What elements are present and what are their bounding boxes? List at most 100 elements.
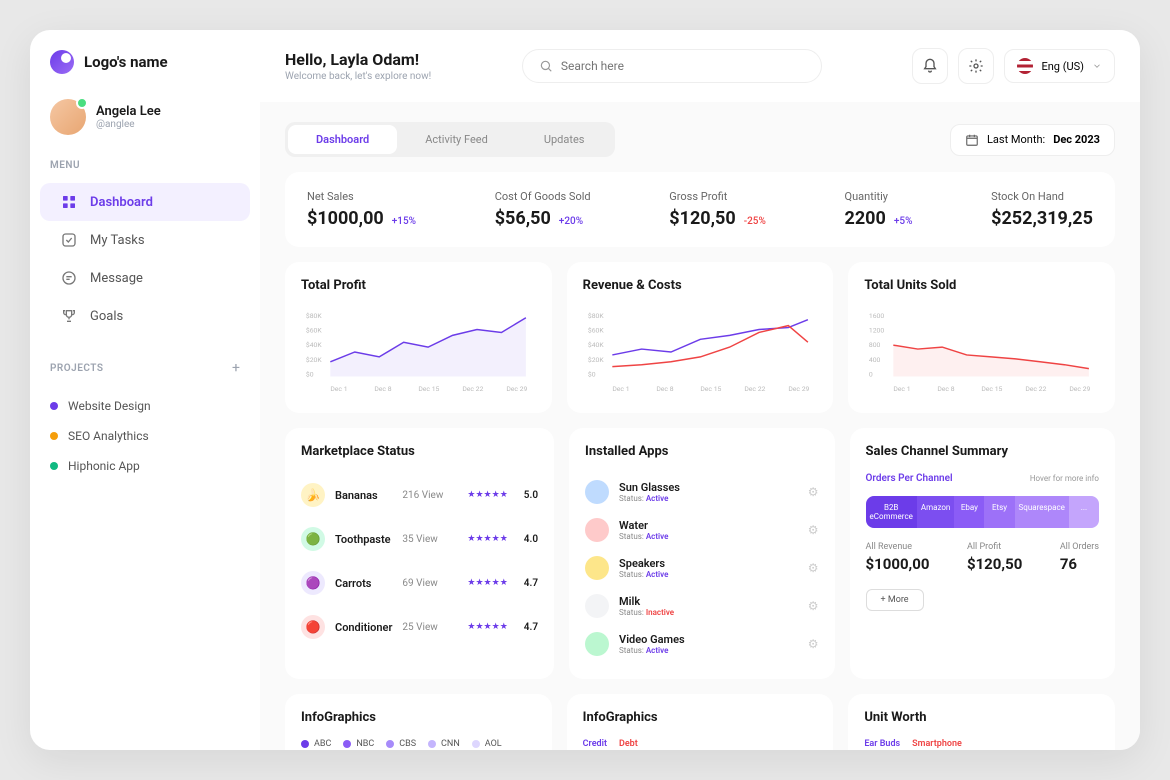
card-title: InfoGraphics: [583, 710, 818, 725]
kpi-delta: +15%: [392, 216, 416, 227]
svg-text:Dec 1: Dec 1: [894, 385, 911, 393]
card-total-profit: Total Profit $80K$60K$40K$20K$0Dec 1Dec …: [285, 262, 552, 413]
projects-header: PROJECTS +: [30, 360, 260, 376]
bottom-row: InfoGraphics ABCNBCCBSCNNAOLMSN 15%15%20…: [285, 694, 1115, 750]
legend-label: ABC: [314, 739, 331, 749]
svg-text:$40K: $40K: [306, 341, 323, 349]
nav-label: Dashboard: [90, 195, 153, 210]
legend-smartphone[interactable]: Smartphone: [912, 739, 962, 749]
app-name: Video Games: [619, 633, 798, 646]
legend-item[interactable]: ABC: [301, 739, 331, 749]
app-settings-icon[interactable]: ⚙: [808, 523, 819, 537]
legend-dot-icon: [343, 740, 351, 748]
svg-text:Dec 1: Dec 1: [330, 385, 347, 393]
more-button[interactable]: + More: [866, 589, 924, 611]
star-rating: ★★★★★: [467, 534, 507, 544]
calendar-icon: [965, 133, 979, 147]
product-views: 69 View: [402, 578, 457, 589]
project-item[interactable]: Website Design: [30, 391, 260, 421]
app-settings-icon[interactable]: ⚙: [808, 637, 819, 651]
sidebar: Logo's name Angela Lee @anglee MENU Dash…: [30, 30, 260, 750]
language-select[interactable]: Eng (US): [1004, 49, 1115, 83]
legend-item[interactable]: CNN: [428, 739, 460, 749]
nav-tasks[interactable]: My Tasks: [40, 221, 250, 259]
channel-tab[interactable]: Squarespace: [1015, 496, 1069, 528]
svg-text:$0: $0: [588, 370, 596, 378]
project-item[interactable]: SEO Analythics: [30, 421, 260, 451]
svg-text:Dec 15: Dec 15: [700, 385, 721, 393]
card-title: Sales Channel Summary: [866, 444, 1099, 459]
search-input[interactable]: [561, 59, 805, 73]
app-row[interactable]: SpeakersStatus: Active⚙: [585, 549, 818, 587]
channel-tab[interactable]: ...: [1069, 496, 1099, 528]
svg-text:Dec 1: Dec 1: [612, 385, 629, 393]
svg-text:Dec 22: Dec 22: [744, 385, 765, 393]
marketplace-row[interactable]: 🍌Bananas216 View★★★★★5.0: [301, 473, 538, 517]
marketplace-row[interactable]: 🟣Carrots69 View★★★★★4.7: [301, 561, 538, 605]
nav-message[interactable]: Message: [40, 259, 250, 297]
main-content: Hello, Layla Odam! Welcome back, let's e…: [260, 30, 1140, 750]
legend-earbuds[interactable]: Ear Buds: [864, 739, 900, 749]
tab-activity[interactable]: Activity Feed: [397, 125, 516, 154]
channel-tab[interactable]: B2B eCommerce: [866, 496, 917, 528]
orders-per-channel-link[interactable]: Orders Per Channel: [866, 473, 953, 484]
card-revenue-costs: Revenue & Costs $80K$60K$40K$20K$0Dec 1D…: [567, 262, 834, 413]
legend-debt[interactable]: Debt: [619, 739, 638, 749]
product-icon: 🍌: [301, 483, 325, 507]
svg-text:800: 800: [869, 341, 881, 349]
search-box[interactable]: [522, 49, 822, 83]
tabs-row: Dashboard Activity Feed Updates Last Mon…: [285, 122, 1115, 157]
channel-tab[interactable]: Ebay: [954, 496, 984, 528]
dot-icon: [50, 402, 58, 410]
flag-icon: [1017, 58, 1033, 74]
app-settings-icon[interactable]: ⚙: [808, 599, 819, 613]
product-name: Bananas: [335, 489, 392, 502]
marketplace-row[interactable]: 🟢Toothpaste35 View★★★★★4.0: [301, 517, 538, 561]
legend-dot-icon: [386, 740, 394, 748]
legend-item[interactable]: AOL: [472, 739, 502, 749]
date-selector[interactable]: Last Month: Dec 2023: [950, 124, 1115, 156]
sc-header: Orders Per Channel Hover for more info: [866, 473, 1099, 484]
product-icon: 🔴: [301, 615, 325, 639]
app-row[interactable]: Video GamesStatus: Active⚙: [585, 625, 818, 663]
notifications-button[interactable]: [912, 48, 948, 84]
nav-label: My Tasks: [90, 233, 145, 248]
profile[interactable]: Angela Lee @anglee: [30, 99, 260, 135]
card-unit-worth: Unit Worth Ear Buds Smartphone 500400300…: [848, 694, 1115, 750]
kpi-value: $56,50: [495, 208, 551, 229]
app-row[interactable]: MilkStatus: Inactive⚙: [585, 587, 818, 625]
trophy-icon: [60, 307, 78, 325]
card-title: Installed Apps: [585, 444, 818, 459]
card-installed-apps: Installed Apps Sun GlassesStatus: Active…: [569, 428, 834, 679]
nav-dashboard[interactable]: Dashboard: [40, 183, 250, 221]
logo[interactable]: Logo's name: [30, 50, 260, 74]
date-prefix: Last Month:: [987, 133, 1045, 146]
kpi-label: Net Sales: [307, 190, 416, 203]
app-settings-icon[interactable]: ⚙: [808, 561, 819, 575]
legend-credit[interactable]: Credit: [583, 739, 607, 749]
project-item[interactable]: Hiphonic App: [30, 451, 260, 481]
nav-goals[interactable]: Goals: [40, 297, 250, 335]
settings-button[interactable]: [958, 48, 994, 84]
kpi-delta: -25%: [744, 216, 766, 227]
app-icon: [585, 594, 609, 618]
legend-item[interactable]: CBS: [386, 739, 416, 749]
app-row[interactable]: WaterStatus: Active⚙: [585, 511, 818, 549]
star-rating: ★★★★★: [467, 622, 507, 632]
tab-dashboard[interactable]: Dashboard: [288, 125, 397, 154]
add-project-button[interactable]: +: [232, 360, 240, 376]
legend-item[interactable]: NBC: [343, 739, 374, 749]
kpi-label: Quantitiy: [845, 190, 913, 203]
marketplace-row[interactable]: 🔴Conditioner25 View★★★★★4.7: [301, 605, 538, 649]
tab-updates[interactable]: Updates: [516, 125, 613, 154]
greeting-title: Hello, Layla Odam!: [285, 50, 431, 69]
channel-tab[interactable]: Etsy: [984, 496, 1014, 528]
stat-value: 76: [1060, 555, 1099, 573]
charts-row: Total Profit $80K$60K$40K$20K$0Dec 1Dec …: [285, 262, 1115, 413]
app-settings-icon[interactable]: ⚙: [808, 485, 819, 499]
header: Hello, Layla Odam! Welcome back, let's e…: [260, 30, 1140, 102]
svg-text:Dec 29: Dec 29: [506, 385, 527, 393]
channel-tab[interactable]: Amazon: [917, 496, 954, 528]
app-row[interactable]: Sun GlassesStatus: Active⚙: [585, 473, 818, 511]
chevron-down-icon: [1092, 61, 1102, 71]
